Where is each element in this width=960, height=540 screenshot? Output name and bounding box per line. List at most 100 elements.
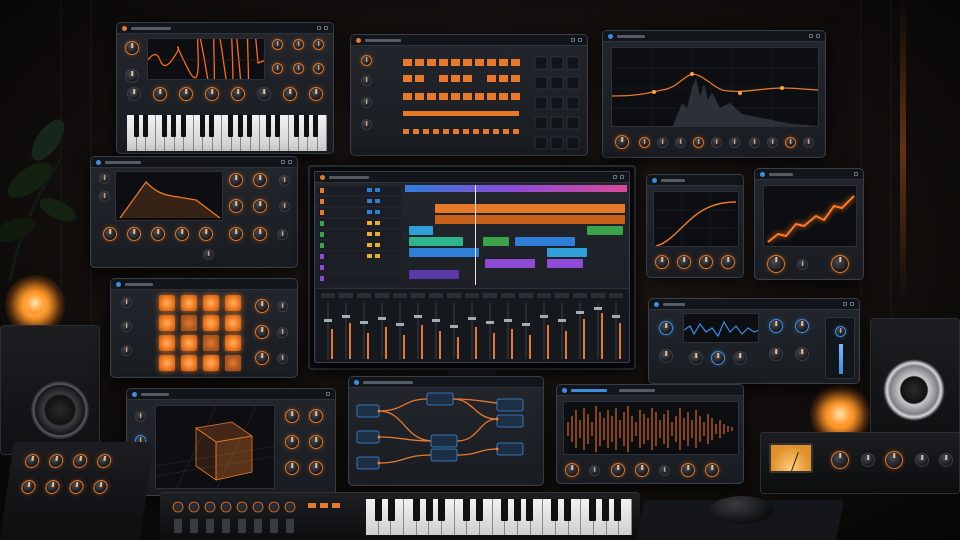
- midi-clip[interactable]: [409, 237, 463, 246]
- knob[interactable]: [309, 87, 323, 101]
- knob[interactable]: [199, 227, 213, 241]
- black-key[interactable]: [526, 499, 533, 521]
- node-canvas[interactable]: [349, 389, 544, 486]
- knob[interactable]: [229, 173, 243, 187]
- knob[interactable]: [231, 87, 245, 101]
- knob[interactable]: [285, 461, 299, 475]
- knob[interactable]: [611, 463, 625, 477]
- knob[interactable]: [253, 227, 267, 241]
- knob[interactable]: [657, 137, 668, 148]
- hw-knob[interactable]: [96, 454, 113, 468]
- knob[interactable]: [835, 326, 846, 337]
- knob[interactable]: [711, 137, 722, 148]
- knob[interactable]: [693, 137, 704, 148]
- knob[interactable]: [293, 63, 304, 74]
- drum-pad[interactable]: [225, 335, 241, 351]
- knob[interactable]: [659, 349, 673, 363]
- titlebar[interactable]: [127, 389, 335, 400]
- hw-knob[interactable]: [885, 451, 903, 469]
- knob[interactable]: [103, 227, 117, 241]
- midi-clip[interactable]: [547, 248, 587, 257]
- minimize-icon[interactable]: [613, 175, 617, 179]
- titlebar[interactable]: [117, 23, 333, 34]
- black-key[interactable]: [209, 115, 214, 137]
- knob[interactable]: [135, 411, 146, 422]
- knob[interactable]: [675, 137, 686, 148]
- mouse-icon[interactable]: [710, 496, 774, 524]
- track-headers[interactable]: [317, 184, 401, 284]
- knob[interactable]: [257, 87, 271, 101]
- knob[interactable]: [255, 299, 269, 313]
- drum-pad[interactable]: [181, 355, 197, 371]
- hw-knob[interactable]: [92, 480, 109, 494]
- knob[interactable]: [205, 87, 219, 101]
- knob[interactable]: [151, 227, 165, 241]
- knob[interactable]: [175, 227, 189, 241]
- knob[interactable]: [733, 351, 747, 365]
- knob[interactable]: [277, 229, 288, 240]
- hw-controls[interactable]: [168, 497, 358, 537]
- knob[interactable]: [229, 199, 243, 213]
- titlebar[interactable]: [315, 172, 629, 183]
- step-grid[interactable]: [399, 53, 529, 145]
- knob[interactable]: [253, 199, 267, 213]
- midi-clip[interactable]: [547, 259, 583, 268]
- knob[interactable]: [279, 175, 290, 186]
- titlebar[interactable]: [111, 279, 297, 290]
- knob[interactable]: [681, 463, 695, 477]
- window-controls[interactable]: [317, 26, 328, 30]
- knob[interactable]: [277, 301, 288, 312]
- knob[interactable]: [729, 137, 740, 148]
- synth-plugin-window[interactable]: [116, 22, 334, 154]
- black-key[interactable]: [304, 115, 309, 137]
- hw-knob[interactable]: [939, 453, 953, 467]
- knob[interactable]: [797, 259, 808, 270]
- knob[interactable]: [277, 353, 288, 364]
- knob[interactable]: [655, 255, 669, 269]
- minimize-icon[interactable]: [317, 26, 321, 30]
- knob[interactable]: [361, 119, 372, 130]
- minimize-icon[interactable]: [571, 38, 575, 42]
- waveform-plugin-window[interactable]: [556, 384, 744, 484]
- black-key[interactable]: [614, 499, 621, 521]
- cube-display[interactable]: [155, 405, 275, 489]
- titlebar[interactable]: [603, 31, 825, 42]
- close-icon[interactable]: [326, 392, 330, 396]
- black-key[interactable]: [238, 115, 243, 137]
- knob[interactable]: [831, 255, 849, 273]
- drum-pad[interactable]: [225, 315, 241, 331]
- knob[interactable]: [229, 227, 243, 241]
- curve-display[interactable]: [763, 185, 857, 247]
- curve-display[interactable]: [653, 191, 739, 247]
- drum-pad[interactable]: [181, 335, 197, 351]
- knob[interactable]: [767, 255, 785, 273]
- knob[interactable]: [125, 69, 139, 83]
- drum-pads-window[interactable]: [110, 278, 298, 378]
- drum-pad[interactable]: [203, 355, 219, 371]
- node-graph-window[interactable]: [348, 376, 544, 486]
- knob[interactable]: [279, 201, 290, 212]
- window-controls[interactable]: [326, 392, 330, 396]
- titlebar[interactable]: [349, 377, 543, 388]
- knob[interactable]: [361, 97, 372, 108]
- daw-window[interactable]: [314, 171, 630, 363]
- knob[interactable]: [99, 173, 110, 184]
- close-icon[interactable]: [288, 160, 292, 164]
- close-icon[interactable]: [578, 38, 582, 42]
- piano-keyboard[interactable]: [127, 115, 328, 151]
- black-key[interactable]: [266, 115, 271, 137]
- hw-knob[interactable]: [915, 453, 929, 467]
- midi-clip[interactable]: [485, 259, 535, 268]
- waveform-display[interactable]: [563, 401, 739, 455]
- knob[interactable]: [721, 255, 735, 269]
- knob[interactable]: [253, 173, 267, 187]
- hw-knob[interactable]: [48, 454, 65, 468]
- midi-clip[interactable]: [515, 237, 575, 246]
- close-icon[interactable]: [620, 175, 624, 179]
- midi-clip[interactable]: [409, 248, 479, 257]
- knob[interactable]: [309, 435, 323, 449]
- knob[interactable]: [293, 39, 304, 50]
- knob[interactable]: [99, 191, 110, 202]
- black-key[interactable]: [514, 499, 521, 521]
- midi-clip[interactable]: [587, 226, 623, 235]
